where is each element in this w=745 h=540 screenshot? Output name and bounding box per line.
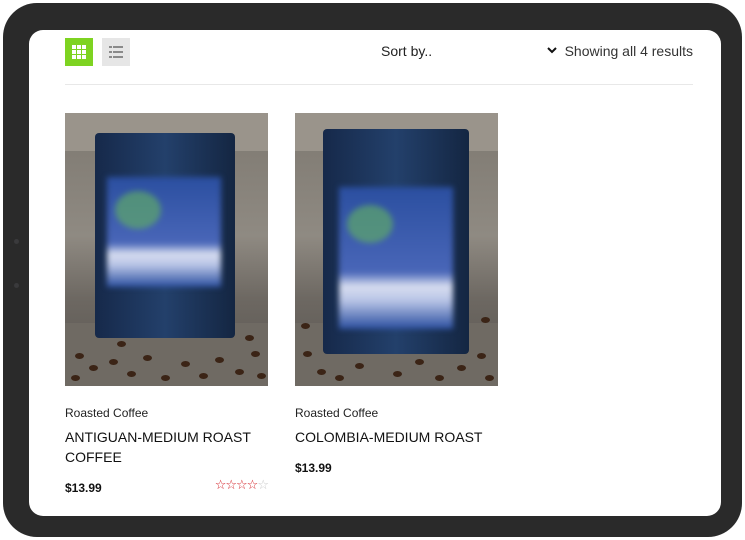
grid-view-button[interactable]	[65, 38, 93, 66]
star-rating: ☆☆☆☆☆	[214, 477, 269, 493]
results-count: Showing all 4 results	[564, 43, 693, 59]
product-price: $13.99	[65, 481, 102, 495]
grid-icon	[72, 45, 86, 59]
product-category[interactable]: Roasted Coffee	[65, 406, 268, 420]
sort-label: Sort by..	[381, 43, 433, 59]
shop-page: Sort by.. Showing all 4 results Roasted …	[29, 30, 721, 516]
product-card: Roasted Coffee ANTIGUAN-MEDIUM ROAST COF…	[65, 113, 269, 497]
list-icon	[109, 46, 123, 58]
product-image[interactable]	[295, 113, 498, 386]
product-image[interactable]	[65, 113, 268, 386]
side-button-dot	[14, 283, 19, 288]
bag-label	[107, 177, 221, 287]
list-view-button[interactable]	[102, 38, 130, 66]
tablet-frame: Sort by.. Showing all 4 results Roasted …	[3, 3, 742, 537]
product-price: $13.99	[295, 461, 332, 475]
product-title[interactable]: COLOMBIA-MEDIUM ROAST	[295, 427, 498, 447]
coffee-bag	[323, 129, 469, 354]
star-empty-icon: ☆	[257, 477, 269, 492]
product-card: Roasted Coffee COLOMBIA-MEDIUM ROAST $13…	[295, 113, 498, 477]
sort-select[interactable]: Sort by..	[381, 43, 557, 63]
star-icon: ☆☆☆☆	[214, 477, 259, 492]
product-category[interactable]: Roasted Coffee	[295, 406, 498, 420]
bag-label	[339, 187, 453, 329]
toolbar-divider	[65, 84, 693, 85]
shop-toolbar: Sort by.. Showing all 4 results	[65, 38, 693, 78]
chevron-down-icon	[547, 47, 557, 54]
side-button-dot	[14, 239, 19, 244]
coffee-bag	[95, 133, 235, 338]
product-title[interactable]: ANTIGUAN-MEDIUM ROAST COFFEE	[65, 427, 268, 467]
